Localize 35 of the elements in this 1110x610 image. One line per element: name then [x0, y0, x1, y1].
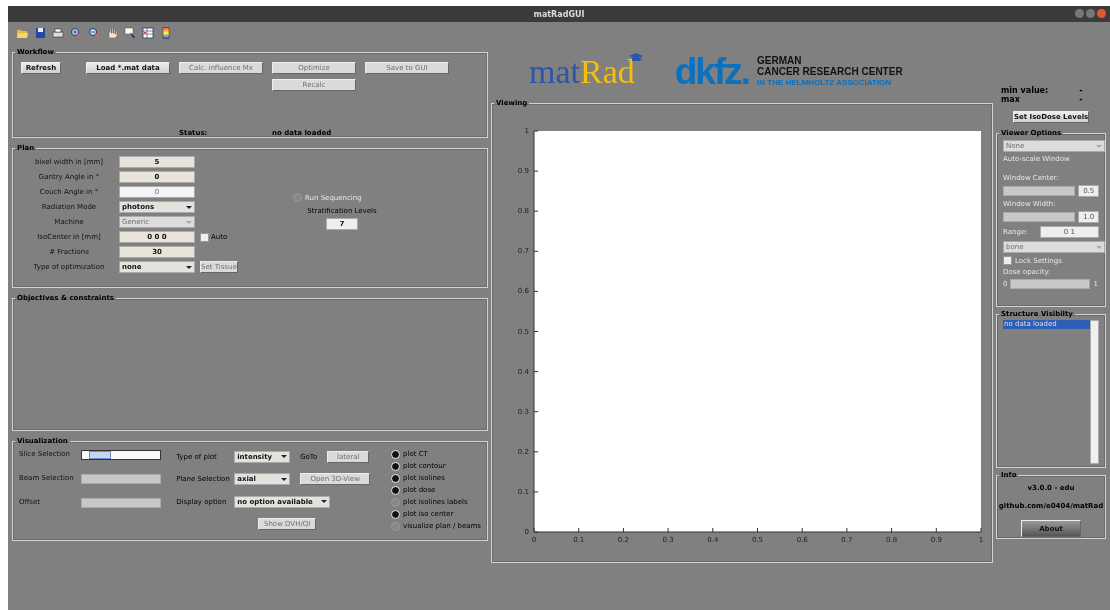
slider[interactable]	[81, 450, 161, 460]
value-text: -	[1078, 95, 1084, 104]
caret-icon	[186, 265, 192, 269]
minimize-button[interactable]	[1075, 9, 1084, 18]
close-button[interactable]	[1097, 9, 1106, 18]
caret-icon	[321, 500, 328, 504]
table-icon[interactable]	[142, 27, 154, 39]
folder-icon[interactable]	[16, 27, 28, 39]
hand-icon[interactable]	[106, 27, 118, 39]
colorbar-icon[interactable]	[160, 27, 172, 39]
value-label: min value:	[1001, 86, 1050, 95]
save-icon[interactable]	[34, 27, 46, 39]
logo-text: matRad	[529, 52, 635, 91]
printer-icon[interactable]	[52, 27, 64, 39]
logo-subtitle: IN THE HELMHOLTZ ASSOCIATION	[757, 77, 893, 88]
caret-icon	[1096, 144, 1102, 148]
logo-text: dkfz.	[674, 50, 750, 93]
scrollbar[interactable]	[1090, 320, 1099, 464]
caret-icon	[1096, 245, 1102, 249]
pointer-icon[interactable]	[124, 27, 136, 39]
caret-icon	[281, 477, 288, 481]
caret-icon	[186, 205, 192, 209]
caret-icon	[186, 220, 192, 224]
window-title: matRadGUI	[533, 9, 585, 19]
zoom-in-icon[interactable]	[70, 27, 82, 39]
logo-subtitle: GERMAN	[757, 55, 803, 66]
checkbox[interactable]	[1003, 256, 1012, 265]
caret-icon	[281, 455, 288, 459]
logo-subtitle: CANCER RESEARCH CENTER	[757, 66, 903, 77]
value-text: -	[1078, 86, 1084, 95]
slider-thumb[interactable]	[88, 451, 111, 459]
checkbox[interactable]	[200, 232, 209, 242]
zoom-out-icon[interactable]	[88, 27, 100, 39]
maximize-button[interactable]	[1086, 9, 1095, 18]
value-label: max	[1001, 95, 1021, 104]
